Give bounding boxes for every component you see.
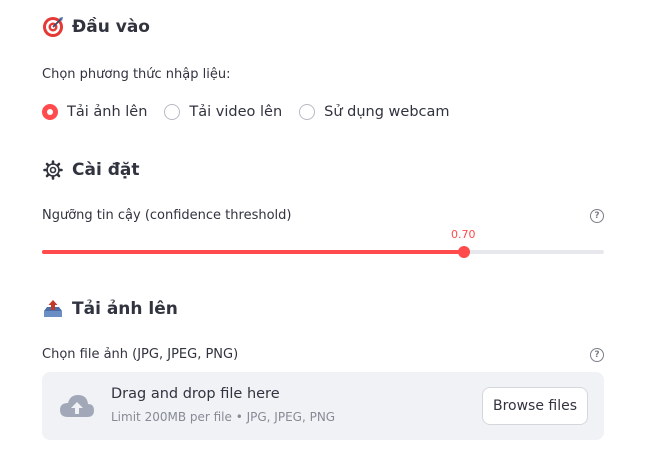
settings-section-title: Cài đặt	[72, 160, 140, 180]
settings-section-heading: Cài đặt	[42, 159, 139, 181]
confidence-slider[interactable]	[42, 246, 604, 258]
input-section-title: Đầu vào	[72, 17, 150, 37]
radio-option-upload-video[interactable]: Tải video lên	[164, 104, 282, 120]
upload-tray-icon	[42, 298, 64, 320]
help-icon[interactable]: ?	[590, 209, 604, 223]
radio-option-upload-image[interactable]: Tải ảnh lên	[42, 104, 147, 120]
input-method-label: Chọn phương thức nhập liệu:	[42, 67, 231, 82]
confidence-value: 0.70	[451, 228, 476, 241]
slider-thumb[interactable]	[458, 246, 470, 258]
help-icon[interactable]: ?	[590, 348, 604, 362]
radio-option-label: Tải ảnh lên	[67, 104, 148, 120]
radio-option-webcam[interactable]: Sử dụng webcam	[299, 104, 450, 120]
slider-fill	[42, 250, 464, 254]
gear-icon	[42, 159, 64, 181]
input-method-radio-group: Tải ảnh lên Tải video lên Sử dụng webcam	[42, 104, 467, 120]
file-dropzone[interactable]: Drag and drop file here Limit 200MB per …	[42, 372, 604, 440]
dropzone-title: Drag and drop file here	[111, 386, 280, 402]
radio-indicator[interactable]	[299, 104, 316, 120]
cloud-upload-icon	[58, 392, 96, 424]
radio-indicator[interactable]	[164, 104, 181, 120]
input-section-heading: Đầu vào	[42, 16, 150, 38]
radio-option-label: Tải video lên	[189, 104, 283, 120]
upload-section-heading: Tải ảnh lên	[42, 298, 178, 320]
radio-selected-indicator[interactable]	[42, 104, 58, 120]
file-upload-label: Chọn file ảnh (JPG, JPEG, PNG)	[42, 347, 239, 362]
radio-option-label: Sử dụng webcam	[324, 104, 450, 120]
target-icon	[42, 16, 64, 38]
confidence-label: Ngưỡng tin cậy (confidence threshold)	[42, 208, 292, 223]
browse-files-button[interactable]: Browse files	[482, 387, 588, 425]
upload-section-title: Tải ảnh lên	[72, 299, 178, 319]
dropzone-subtitle: Limit 200MB per file • JPG, JPEG, PNG	[111, 410, 336, 424]
